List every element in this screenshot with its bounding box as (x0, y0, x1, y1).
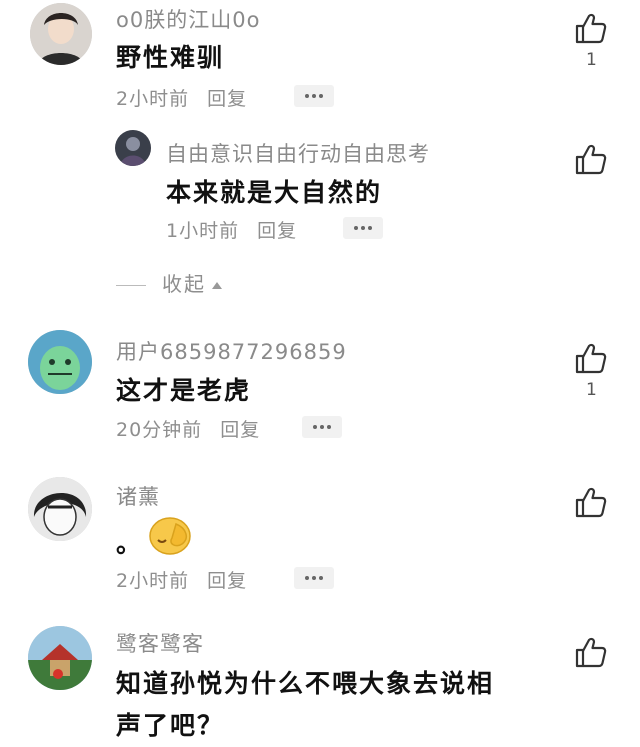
username[interactable]: 自由意识自由行动自由思考 (166, 138, 430, 168)
like-count: 1 (586, 380, 597, 400)
thumbs-up-icon (575, 637, 607, 668)
like-count: 1 (586, 50, 597, 70)
collapse-replies-button[interactable]: 收起 (116, 268, 222, 297)
thumbs-up-icon (575, 144, 607, 175)
timestamp: 20分钟前 (116, 419, 203, 441)
triangle-up-icon (212, 282, 222, 289)
comment-meta: 1小时前 回复 (166, 216, 297, 243)
comment-text: 野性难驯 (116, 43, 225, 72)
comment-text: 本来就是大自然的 (166, 178, 383, 207)
more-dots-icon (354, 226, 358, 230)
comment-meta: 2小时前 回复 (116, 566, 247, 593)
like-button[interactable] (574, 143, 608, 177)
username[interactable]: 诸薰 (116, 481, 160, 511)
comment-text: 这才是老虎 (116, 376, 252, 405)
comment-meta: 2小时前 回复 (116, 84, 247, 111)
thumbs-up-icon (575, 487, 607, 518)
avatar[interactable] (30, 3, 92, 65)
divider (116, 285, 146, 286)
username[interactable]: 鹭客鹭客 (116, 628, 204, 658)
timestamp: 2小时前 (116, 88, 190, 110)
reply-button[interactable]: 回复 (257, 220, 297, 242)
comment-text: 。 (116, 529, 144, 558)
more-dots-icon (305, 576, 309, 580)
avatar[interactable] (28, 330, 92, 394)
comment-text-continued: 声了吧？ (116, 711, 225, 740)
more-dots-icon (313, 425, 317, 429)
more-dots-icon (305, 94, 309, 98)
username[interactable]: o0朕的江山0o (116, 4, 260, 34)
collapse-label: 收起 (162, 272, 206, 296)
username[interactable]: 用户6859877296859 (116, 336, 347, 366)
like-button[interactable] (574, 12, 608, 46)
avatar[interactable] (28, 626, 92, 690)
like-button[interactable] (574, 636, 608, 670)
timestamp: 2小时前 (116, 570, 190, 592)
thumbs-up-icon (575, 343, 607, 374)
more-button[interactable] (294, 85, 334, 107)
thumbs-up-icon (575, 13, 607, 44)
comment-text: 知道孙悦为什么不喂大象去说相 (116, 669, 495, 698)
timestamp: 1小时前 (166, 220, 240, 242)
like-button[interactable] (574, 342, 608, 376)
facepalm-emoji-icon (146, 514, 194, 556)
reply-button[interactable]: 回复 (207, 88, 247, 110)
reply-button[interactable]: 回复 (207, 570, 247, 592)
avatar[interactable] (115, 130, 151, 166)
avatar[interactable] (28, 477, 92, 541)
more-button[interactable] (343, 217, 383, 239)
more-button[interactable] (302, 416, 342, 438)
more-button[interactable] (294, 567, 334, 589)
comment-meta: 20分钟前 回复 (116, 415, 260, 442)
reply-button[interactable]: 回复 (220, 419, 260, 441)
like-button[interactable] (574, 486, 608, 520)
